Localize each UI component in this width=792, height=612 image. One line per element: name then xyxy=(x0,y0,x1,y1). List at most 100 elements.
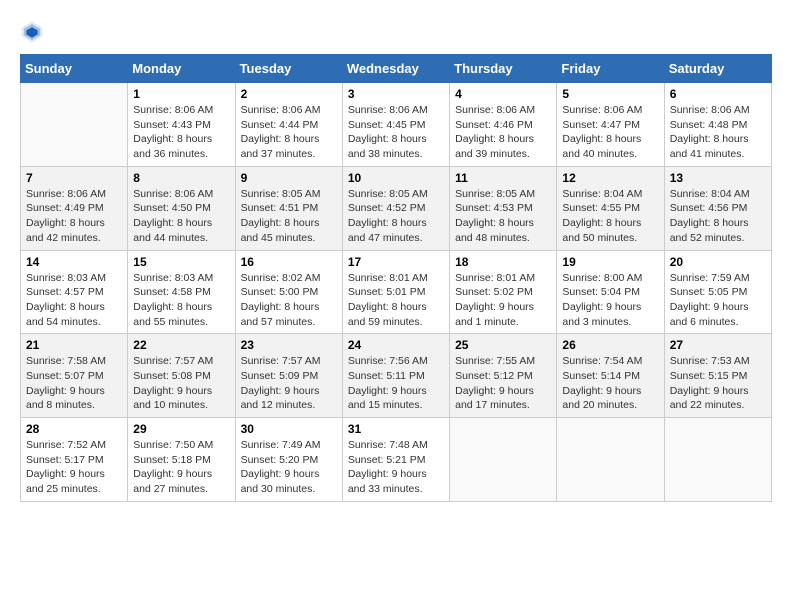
calendar-cell: 26 Sunrise: 7:54 AMSunset: 5:14 PMDaylig… xyxy=(557,334,664,418)
calendar-cell xyxy=(21,83,128,167)
day-number: 2 xyxy=(241,87,337,101)
day-number: 15 xyxy=(133,255,229,269)
day-number: 1 xyxy=(133,87,229,101)
day-info: Sunrise: 8:06 AMSunset: 4:50 PMDaylight:… xyxy=(133,188,213,244)
day-info: Sunrise: 7:53 AMSunset: 5:15 PMDaylight:… xyxy=(670,355,750,411)
calendar-cell: 16 Sunrise: 8:02 AMSunset: 5:00 PMDaylig… xyxy=(235,250,342,334)
calendar-table: SundayMondayTuesdayWednesdayThursdayFrid… xyxy=(20,54,772,502)
day-info: Sunrise: 8:06 AMSunset: 4:49 PMDaylight:… xyxy=(26,188,106,244)
day-info: Sunrise: 8:06 AMSunset: 4:47 PMDaylight:… xyxy=(562,104,642,160)
week-row-5: 28 Sunrise: 7:52 AMSunset: 5:17 PMDaylig… xyxy=(21,418,772,502)
calendar-cell xyxy=(450,418,557,502)
calendar-cell: 23 Sunrise: 7:57 AMSunset: 5:09 PMDaylig… xyxy=(235,334,342,418)
day-number: 16 xyxy=(241,255,337,269)
calendar-cell: 21 Sunrise: 7:58 AMSunset: 5:07 PMDaylig… xyxy=(21,334,128,418)
week-row-2: 7 Sunrise: 8:06 AMSunset: 4:49 PMDayligh… xyxy=(21,166,772,250)
day-info: Sunrise: 7:57 AMSunset: 5:08 PMDaylight:… xyxy=(133,355,213,411)
day-number: 6 xyxy=(670,87,766,101)
day-info: Sunrise: 8:06 AMSunset: 4:46 PMDaylight:… xyxy=(455,104,535,160)
calendar-cell xyxy=(664,418,771,502)
day-info: Sunrise: 7:50 AMSunset: 5:18 PMDaylight:… xyxy=(133,439,213,495)
day-info: Sunrise: 8:06 AMSunset: 4:45 PMDaylight:… xyxy=(348,104,428,160)
day-info: Sunrise: 7:49 AMSunset: 5:20 PMDaylight:… xyxy=(241,439,321,495)
day-number: 5 xyxy=(562,87,658,101)
calendar-cell: 31 Sunrise: 7:48 AMSunset: 5:21 PMDaylig… xyxy=(342,418,449,502)
calendar-cell: 9 Sunrise: 8:05 AMSunset: 4:51 PMDayligh… xyxy=(235,166,342,250)
day-number: 13 xyxy=(670,171,766,185)
day-info: Sunrise: 8:00 AMSunset: 5:04 PMDaylight:… xyxy=(562,272,642,328)
day-number: 19 xyxy=(562,255,658,269)
day-info: Sunrise: 7:54 AMSunset: 5:14 PMDaylight:… xyxy=(562,355,642,411)
header-cell-friday: Friday xyxy=(557,55,664,83)
header-cell-thursday: Thursday xyxy=(450,55,557,83)
day-number: 30 xyxy=(241,422,337,436)
day-number: 3 xyxy=(348,87,444,101)
calendar-cell: 17 Sunrise: 8:01 AMSunset: 5:01 PMDaylig… xyxy=(342,250,449,334)
day-info: Sunrise: 8:02 AMSunset: 5:00 PMDaylight:… xyxy=(241,272,321,328)
calendar-body: 1 Sunrise: 8:06 AMSunset: 4:43 PMDayligh… xyxy=(21,83,772,502)
calendar-cell: 6 Sunrise: 8:06 AMSunset: 4:48 PMDayligh… xyxy=(664,83,771,167)
day-info: Sunrise: 8:05 AMSunset: 4:51 PMDaylight:… xyxy=(241,188,321,244)
day-info: Sunrise: 7:57 AMSunset: 5:09 PMDaylight:… xyxy=(241,355,321,411)
calendar-cell: 27 Sunrise: 7:53 AMSunset: 5:15 PMDaylig… xyxy=(664,334,771,418)
calendar-cell: 30 Sunrise: 7:49 AMSunset: 5:20 PMDaylig… xyxy=(235,418,342,502)
day-number: 22 xyxy=(133,338,229,352)
header-cell-tuesday: Tuesday xyxy=(235,55,342,83)
day-info: Sunrise: 8:04 AMSunset: 4:56 PMDaylight:… xyxy=(670,188,750,244)
calendar-cell: 4 Sunrise: 8:06 AMSunset: 4:46 PMDayligh… xyxy=(450,83,557,167)
day-number: 14 xyxy=(26,255,122,269)
calendar-cell: 29 Sunrise: 7:50 AMSunset: 5:18 PMDaylig… xyxy=(128,418,235,502)
day-number: 11 xyxy=(455,171,551,185)
day-number: 24 xyxy=(348,338,444,352)
day-number: 26 xyxy=(562,338,658,352)
day-number: 8 xyxy=(133,171,229,185)
day-number: 31 xyxy=(348,422,444,436)
day-info: Sunrise: 7:48 AMSunset: 5:21 PMDaylight:… xyxy=(348,439,428,495)
calendar-cell: 8 Sunrise: 8:06 AMSunset: 4:50 PMDayligh… xyxy=(128,166,235,250)
calendar-cell xyxy=(557,418,664,502)
calendar-cell: 24 Sunrise: 7:56 AMSunset: 5:11 PMDaylig… xyxy=(342,334,449,418)
week-row-1: 1 Sunrise: 8:06 AMSunset: 4:43 PMDayligh… xyxy=(21,83,772,167)
calendar-cell: 3 Sunrise: 8:06 AMSunset: 4:45 PMDayligh… xyxy=(342,83,449,167)
calendar-header: SundayMondayTuesdayWednesdayThursdayFrid… xyxy=(21,55,772,83)
page-header xyxy=(20,20,772,44)
logo-icon xyxy=(20,20,44,44)
day-number: 23 xyxy=(241,338,337,352)
day-number: 25 xyxy=(455,338,551,352)
day-number: 4 xyxy=(455,87,551,101)
day-number: 17 xyxy=(348,255,444,269)
header-cell-monday: Monday xyxy=(128,55,235,83)
calendar-cell: 25 Sunrise: 7:55 AMSunset: 5:12 PMDaylig… xyxy=(450,334,557,418)
calendar-cell: 19 Sunrise: 8:00 AMSunset: 5:04 PMDaylig… xyxy=(557,250,664,334)
calendar-cell: 7 Sunrise: 8:06 AMSunset: 4:49 PMDayligh… xyxy=(21,166,128,250)
calendar-cell: 5 Sunrise: 8:06 AMSunset: 4:47 PMDayligh… xyxy=(557,83,664,167)
calendar-cell: 28 Sunrise: 7:52 AMSunset: 5:17 PMDaylig… xyxy=(21,418,128,502)
day-info: Sunrise: 8:04 AMSunset: 4:55 PMDaylight:… xyxy=(562,188,642,244)
day-number: 12 xyxy=(562,171,658,185)
day-info: Sunrise: 8:06 AMSunset: 4:44 PMDaylight:… xyxy=(241,104,321,160)
calendar-cell: 15 Sunrise: 8:03 AMSunset: 4:58 PMDaylig… xyxy=(128,250,235,334)
calendar-cell: 10 Sunrise: 8:05 AMSunset: 4:52 PMDaylig… xyxy=(342,166,449,250)
week-row-3: 14 Sunrise: 8:03 AMSunset: 4:57 PMDaylig… xyxy=(21,250,772,334)
day-info: Sunrise: 8:03 AMSunset: 4:58 PMDaylight:… xyxy=(133,272,213,328)
day-number: 10 xyxy=(348,171,444,185)
day-info: Sunrise: 7:52 AMSunset: 5:17 PMDaylight:… xyxy=(26,439,106,495)
calendar-cell: 13 Sunrise: 8:04 AMSunset: 4:56 PMDaylig… xyxy=(664,166,771,250)
day-info: Sunrise: 8:05 AMSunset: 4:53 PMDaylight:… xyxy=(455,188,535,244)
day-info: Sunrise: 8:03 AMSunset: 4:57 PMDaylight:… xyxy=(26,272,106,328)
calendar-cell: 1 Sunrise: 8:06 AMSunset: 4:43 PMDayligh… xyxy=(128,83,235,167)
calendar-cell: 2 Sunrise: 8:06 AMSunset: 4:44 PMDayligh… xyxy=(235,83,342,167)
day-info: Sunrise: 8:06 AMSunset: 4:43 PMDaylight:… xyxy=(133,104,213,160)
day-info: Sunrise: 8:05 AMSunset: 4:52 PMDaylight:… xyxy=(348,188,428,244)
day-info: Sunrise: 8:01 AMSunset: 5:02 PMDaylight:… xyxy=(455,272,535,328)
day-info: Sunrise: 7:59 AMSunset: 5:05 PMDaylight:… xyxy=(670,272,750,328)
calendar-cell: 20 Sunrise: 7:59 AMSunset: 5:05 PMDaylig… xyxy=(664,250,771,334)
logo xyxy=(20,20,48,44)
calendar-cell: 18 Sunrise: 8:01 AMSunset: 5:02 PMDaylig… xyxy=(450,250,557,334)
day-info: Sunrise: 8:01 AMSunset: 5:01 PMDaylight:… xyxy=(348,272,428,328)
day-number: 28 xyxy=(26,422,122,436)
day-info: Sunrise: 7:55 AMSunset: 5:12 PMDaylight:… xyxy=(455,355,535,411)
day-info: Sunrise: 7:58 AMSunset: 5:07 PMDaylight:… xyxy=(26,355,106,411)
calendar-cell: 12 Sunrise: 8:04 AMSunset: 4:55 PMDaylig… xyxy=(557,166,664,250)
day-info: Sunrise: 7:56 AMSunset: 5:11 PMDaylight:… xyxy=(348,355,428,411)
